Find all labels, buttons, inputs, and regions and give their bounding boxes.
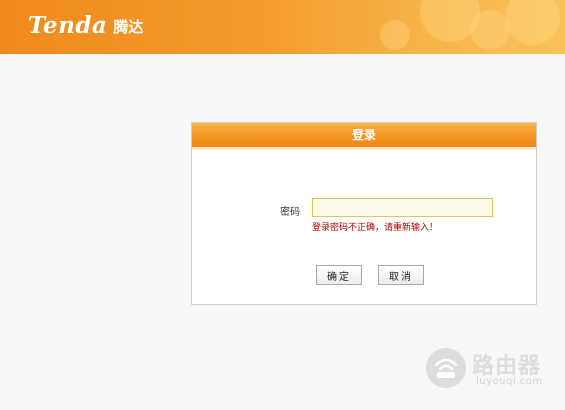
watermark-url: luyouqi.com: [476, 376, 543, 387]
login-title: 登录: [192, 123, 536, 147]
logo-text-en: Tenda: [28, 11, 108, 39]
password-input[interactable]: [312, 198, 493, 217]
password-label: 密码: [280, 207, 300, 218]
header-banner: Tenda 腾达: [0, 0, 565, 54]
cancel-button[interactable]: 取消: [378, 265, 424, 285]
error-message: 登录密码不正确，请重新输入！: [312, 223, 439, 233]
title-divider: [192, 147, 536, 150]
watermark: 路由器 luyouqi.com: [426, 346, 556, 392]
ok-button[interactable]: 确定: [316, 265, 362, 285]
logo-text-cn: 腾达: [113, 18, 144, 36]
tenda-logo: Tenda 腾达: [28, 8, 143, 42]
login-panel: 登录 密码 登录密码不正确，请重新输入！ 确定 取消: [191, 122, 537, 305]
router-logo-icon: [426, 348, 466, 388]
